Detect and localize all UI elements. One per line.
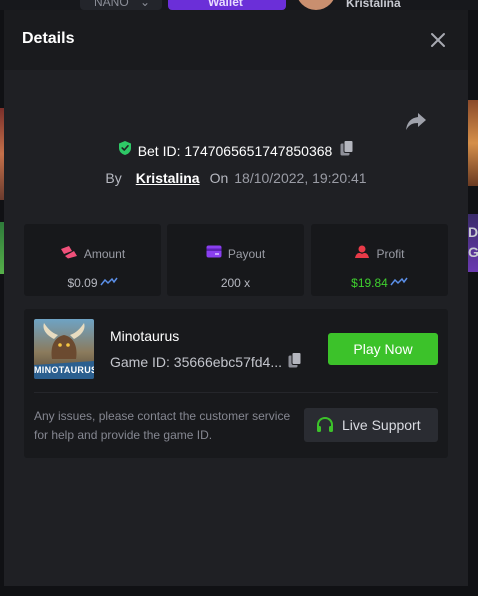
stat-card-profit: Profit $19.84 xyxy=(311,224,448,296)
support-info-text: Any issues, please contact the customer … xyxy=(34,409,291,442)
shield-check-icon xyxy=(118,140,132,161)
bet-details-modal: Details Bet ID: 1747065651747850368 By Kr… xyxy=(4,10,468,586)
divider xyxy=(34,392,438,393)
stat-label: Profit xyxy=(376,247,405,261)
trend-icon xyxy=(99,275,118,291)
copy-game-id-button[interactable] xyxy=(288,351,302,372)
game-id-value: 35666ebc57fd4... xyxy=(173,354,283,370)
stat-value: $19.84 xyxy=(351,276,388,290)
on-label: On xyxy=(209,170,229,186)
bet-meta-row: By Kristalina On 18/10/2022, 19:20:41 xyxy=(4,168,468,188)
stat-card-amount: Amount $0.09 xyxy=(24,224,161,296)
close-icon xyxy=(431,33,445,47)
bet-id-label: Bet ID: xyxy=(137,143,181,159)
wallet-button[interactable]: Wallet xyxy=(168,0,286,10)
thumbnail-text: MINOTAURUS xyxy=(34,365,94,375)
copy-icon xyxy=(340,140,354,156)
coins-icon xyxy=(60,245,78,263)
wallet-label: Wallet xyxy=(208,0,243,9)
stat-value: $0.09 xyxy=(67,276,98,290)
play-now-button[interactable]: Play Now xyxy=(328,333,438,365)
bg-letter: D xyxy=(468,224,478,240)
chevron-down-icon: ⌄ xyxy=(140,0,151,9)
bet-timestamp: 18/10/2022, 19:20:41 xyxy=(234,170,367,186)
share-button[interactable] xyxy=(404,110,428,132)
stat-card-payout: Payout 200 x xyxy=(167,224,304,296)
bg-letter: G xyxy=(468,244,478,260)
bettor-username-link[interactable]: Kristalina xyxy=(136,170,200,186)
close-button[interactable] xyxy=(428,30,448,50)
modal-header: Details xyxy=(4,10,468,70)
headset-icon xyxy=(317,416,333,432)
game-thumbnail[interactable]: MINOTAURUS xyxy=(34,319,94,379)
game-name: Minotaurus xyxy=(110,328,180,344)
stat-label: Amount xyxy=(83,247,126,261)
game-card: MINOTAURUS Minotaurus Game ID: 35666ebc5… xyxy=(24,309,448,458)
bg-game-tile-right[interactable] xyxy=(468,100,478,186)
copy-bet-id-button[interactable] xyxy=(340,140,354,161)
copy-icon xyxy=(288,351,302,368)
currency-label: NANO xyxy=(94,0,129,9)
stat-value: 200 x xyxy=(220,276,251,290)
live-support-button[interactable]: Live Support xyxy=(304,408,438,442)
card-icon xyxy=(206,245,222,262)
game-id-row: Game ID: 35666ebc57fd4... xyxy=(110,351,302,372)
header-username[interactable]: Kristalina xyxy=(346,0,401,10)
share-icon xyxy=(406,113,426,130)
by-label: By xyxy=(105,170,122,186)
modal-title: Details xyxy=(22,30,75,47)
stat-label: Payout xyxy=(227,247,266,261)
live-support-label: Live Support xyxy=(342,417,421,433)
bg-game-tile-right[interactable] xyxy=(468,214,478,272)
bet-id-row: Bet ID: 1747065651747850368 xyxy=(4,140,468,161)
currency-selector[interactable]: NANO ⌄ xyxy=(80,0,162,10)
bet-id-value: 1747065651747850368 xyxy=(184,143,333,159)
game-id-label: Game ID: xyxy=(110,354,170,370)
trend-icon xyxy=(390,275,408,291)
profit-icon xyxy=(354,245,370,263)
